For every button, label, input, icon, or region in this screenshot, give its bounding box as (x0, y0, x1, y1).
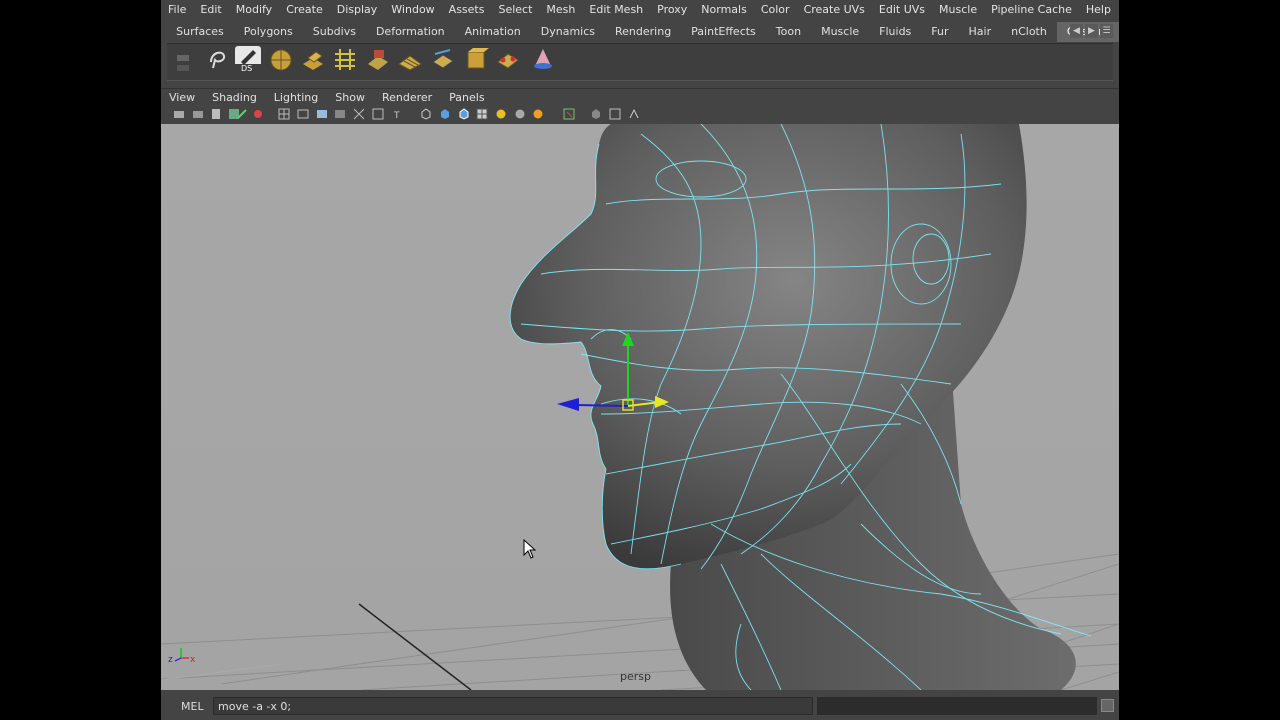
tab-deformation[interactable]: Deformation (366, 22, 455, 42)
menu-display[interactable]: Display (330, 0, 385, 19)
tab-fur[interactable]: Fur (921, 22, 958, 42)
shelf-options-icon[interactable] (169, 47, 197, 77)
tab-hair[interactable]: Hair (959, 22, 1002, 42)
menu-mesh[interactable]: Mesh (539, 0, 582, 19)
tab-dynamics[interactable]: Dynamics (531, 22, 605, 42)
axis-gizmo: x z (168, 648, 196, 665)
ds-label: DS (241, 64, 252, 72)
field-chart-icon[interactable] (353, 108, 365, 120)
viewport-scene: x z (161, 124, 1119, 690)
menu-file[interactable]: File (161, 0, 193, 19)
cube-mesh-icon[interactable] (495, 46, 521, 72)
gate-mask-icon[interactable] (334, 108, 346, 120)
xray-icon[interactable] (590, 108, 602, 120)
cone-mesh-icon[interactable] (530, 46, 556, 72)
ds-script-icon[interactable]: DS (235, 46, 261, 73)
use-all-lights-icon[interactable] (495, 108, 507, 120)
menu-window[interactable]: Window (384, 0, 441, 19)
tab-rendering[interactable]: Rendering (605, 22, 681, 42)
panel-menu-renderer[interactable]: Renderer (374, 89, 441, 106)
command-language-label[interactable]: MEL (181, 700, 204, 713)
textured-icon[interactable] (476, 108, 488, 120)
xray-components-icon[interactable] (628, 108, 640, 120)
svg-text:T: T (393, 111, 400, 120)
panel-menu-view[interactable]: View (161, 89, 204, 106)
lasso-select-tool-icon[interactable] (205, 46, 231, 72)
move-z-axis-handle[interactable] (575, 404, 629, 407)
menu-normals[interactable]: Normals (694, 0, 754, 19)
menu-edit[interactable]: Edit (193, 0, 228, 19)
bookmark-icon[interactable] (210, 108, 222, 120)
main-menu-bar: File Edit Modify Create Display Window A… (161, 0, 1119, 19)
menu-create[interactable]: Create (279, 0, 330, 19)
panel-menu-shading[interactable]: Shading (204, 89, 266, 106)
shelf-scroll-arrows: ◀ ▶ ☰ (1070, 24, 1113, 38)
menu-select[interactable]: Select (491, 0, 539, 19)
menu-create-uvs[interactable]: Create UVs (797, 0, 872, 19)
command-result-field (817, 697, 1097, 715)
camera-attributes-icon[interactable] (192, 108, 204, 120)
menu-edit-uvs[interactable]: Edit UVs (872, 0, 932, 19)
move-z-arrow-icon[interactable] (557, 398, 579, 411)
menu-modify[interactable]: Modify (229, 0, 279, 19)
safe-title-icon[interactable]: T (391, 108, 403, 121)
grease-pencil-icon[interactable] (236, 108, 248, 120)
command-input[interactable] (213, 697, 813, 715)
tab-painteffects[interactable]: PaintEffects (681, 22, 766, 42)
menu-help[interactable]: Help (1079, 0, 1118, 19)
merge-vertex-icon[interactable] (463, 46, 489, 72)
select-camera-icon[interactable] (173, 108, 185, 120)
bevel-icon[interactable] (365, 46, 391, 72)
axis-x-label: x (190, 655, 196, 665)
safe-action-icon[interactable] (372, 108, 384, 120)
tab-ncloth[interactable]: nCloth (1001, 22, 1057, 42)
smooth-icon[interactable] (430, 46, 456, 72)
wireframe-on-shaded-icon[interactable] (458, 108, 470, 120)
panel-menu-bar: View Shading Lighting Show Renderer Pane… (161, 88, 1119, 106)
grid-axis-line (358, 603, 472, 690)
high-quality-icon[interactable] (532, 108, 544, 120)
camera-label: persp (620, 670, 651, 683)
shelf-scroll-right-icon[interactable]: ▶ (1085, 24, 1098, 38)
menu-proxy[interactable]: Proxy (650, 0, 694, 19)
shadows-icon[interactable] (514, 108, 526, 120)
mouse-cursor-icon (523, 539, 537, 559)
split-polygon-icon[interactable] (332, 46, 358, 72)
resolution-gate-icon[interactable] (316, 108, 328, 120)
tab-surfaces[interactable]: Surfaces (166, 22, 234, 42)
tab-muscle[interactable]: Muscle (811, 22, 869, 42)
shelf-menu-icon[interactable]: ☰ (1100, 24, 1113, 38)
panel-menu-show[interactable]: Show (327, 89, 374, 106)
perspective-viewport[interactable]: x z persp (161, 124, 1119, 690)
shelf-scroll-left-icon[interactable]: ◀ (1070, 24, 1083, 38)
sphere-mesh-icon[interactable] (268, 46, 294, 72)
wireframe-shading-icon[interactable] (420, 108, 432, 120)
tab-toon[interactable]: Toon (766, 22, 811, 42)
panel-menu-lighting[interactable]: Lighting (266, 89, 327, 106)
two-d-pan-icon[interactable] (252, 108, 264, 120)
maya-window: File Edit Modify Create Display Window A… (161, 0, 1119, 720)
menu-muscle[interactable]: Muscle (932, 0, 984, 19)
insert-edge-loop-icon[interactable] (397, 46, 423, 72)
menu-assets[interactable]: Assets (442, 0, 492, 19)
tab-polygons[interactable]: Polygons (234, 22, 303, 42)
tab-animation[interactable]: Animation (455, 22, 531, 42)
menu-pipeline-cache[interactable]: Pipeline Cache (984, 0, 1079, 19)
grid-toggle-icon[interactable] (278, 108, 290, 120)
tab-subdivs[interactable]: Subdivs (303, 22, 366, 42)
menu-color[interactable]: Color (754, 0, 797, 19)
menu-edit-mesh[interactable]: Edit Mesh (582, 0, 650, 19)
panel-menu-panels[interactable]: Panels (441, 89, 493, 106)
tab-fluids[interactable]: Fluids (869, 22, 921, 42)
smooth-shading-icon[interactable] (439, 108, 451, 120)
axis-z-label: z (168, 655, 173, 665)
shelf-tab-bar: Surfaces Polygons Subdivs Deformation An… (161, 22, 1119, 42)
isolate-select-icon[interactable] (563, 108, 575, 120)
extrude-face-icon[interactable] (300, 46, 326, 72)
film-gate-icon[interactable] (297, 108, 309, 120)
script-editor-icon[interactable] (1101, 699, 1114, 712)
xray-joints-icon[interactable] (609, 108, 621, 120)
